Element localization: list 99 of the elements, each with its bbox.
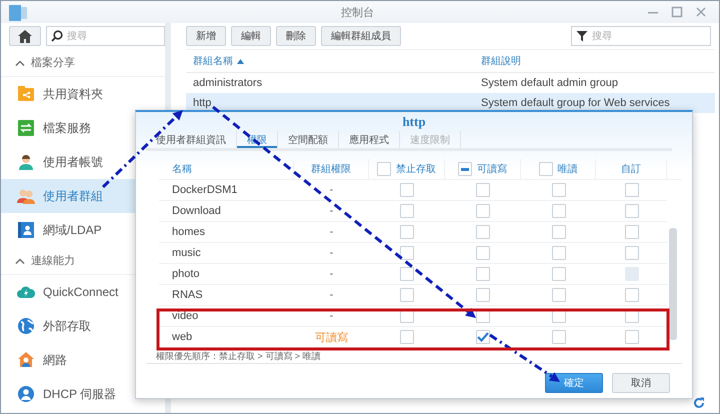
checkbox[interactable]: [400, 246, 414, 260]
checkbox[interactable]: [624, 330, 638, 344]
table-cell: video: [172, 310, 198, 322]
table-cell: System default group for Web services: [481, 97, 670, 109]
window-title: 控制台: [341, 6, 374, 20]
tab[interactable]: 使用者群組資訊: [146, 131, 237, 148]
column-header[interactable]: 群組權限: [311, 162, 351, 176]
table-cell: music: [172, 247, 201, 259]
annotation-arrow: [489, 334, 560, 382]
toolbar-button[interactable]: 編輯群組成員: [321, 26, 401, 46]
user-icon: [17, 153, 35, 171]
collapse-icon[interactable]: [15, 60, 25, 66]
sort-arrow-icon: [237, 58, 244, 64]
checkbox[interactable]: [624, 204, 638, 218]
checkbox[interactable]: [400, 183, 414, 197]
checkbox[interactable]: [552, 204, 566, 218]
maximize-icon[interactable]: [671, 6, 683, 18]
checkbox[interactable]: [624, 225, 638, 239]
tab[interactable]: 應用程式: [339, 131, 400, 148]
user-circle-icon: [17, 385, 35, 403]
table-cell: Download: [172, 205, 221, 217]
checkbox[interactable]: [538, 162, 552, 176]
scrollbar-thumb[interactable]: [669, 228, 677, 340]
column-header[interactable]: 禁止存取: [396, 162, 436, 176]
sidebar-item[interactable]: 網域/LDAP: [1, 213, 165, 247]
checkbox[interactable]: [624, 246, 638, 260]
table-cell: RNAS: [172, 289, 203, 301]
table-cell: System default admin group: [481, 77, 618, 89]
checkbox[interactable]: [476, 183, 490, 197]
sidebar-item[interactable]: 使用者帳號: [1, 145, 165, 179]
sidebar-item[interactable]: 共用資料夾: [1, 77, 165, 111]
filter-field[interactable]: 搜尋: [571, 26, 711, 46]
section-header[interactable]: 連線能力: [31, 253, 75, 268]
checkbox[interactable]: [377, 162, 391, 176]
column-header[interactable]: 名稱: [172, 162, 192, 176]
checkbox[interactable]: [458, 162, 472, 176]
checkbox[interactable]: [552, 225, 566, 239]
table-cell: -: [330, 184, 334, 196]
house-icon: [17, 351, 35, 369]
table-cell: administrators: [193, 77, 262, 89]
sidebar-item[interactable]: DHCP 伺服器: [1, 377, 165, 411]
sidebar-item[interactable]: 外部存取: [1, 309, 165, 343]
checkbox[interactable]: [476, 330, 490, 344]
checkbox[interactable]: [476, 246, 490, 260]
globe-icon: [17, 317, 35, 335]
column-header[interactable]: 自訂: [621, 162, 641, 176]
checkbox[interactable]: [400, 204, 414, 218]
home-button[interactable]: [9, 26, 41, 46]
checkbox[interactable]: [400, 225, 414, 239]
checkbox[interactable]: [552, 183, 566, 197]
checkbox[interactable]: [552, 288, 566, 302]
refresh-icon[interactable]: [693, 397, 705, 409]
checkbox[interactable]: [476, 288, 490, 302]
table-cell: -: [330, 226, 334, 238]
table-cell: -: [330, 268, 334, 280]
checkbox[interactable]: [476, 225, 490, 239]
column-header[interactable]: 群組名稱: [193, 54, 244, 68]
close-icon[interactable]: [695, 6, 707, 18]
app-logo-icon: [9, 5, 27, 21]
folder-icon: [17, 85, 35, 103]
users-icon: [17, 187, 35, 205]
column-header[interactable]: 唯讀: [558, 162, 578, 176]
checkbox[interactable]: [552, 267, 566, 281]
checkbox[interactable]: [400, 288, 414, 302]
toolbar-button[interactable]: 新增: [186, 26, 226, 46]
table-cell: web: [172, 331, 192, 343]
checkbox[interactable]: [476, 204, 490, 218]
note-text: 權限優先順序：禁止存取 > 可讀寫 > 唯讀: [156, 350, 322, 363]
dialog-title: http: [402, 114, 426, 130]
arrows-icon: [17, 119, 35, 137]
table-cell: -: [330, 310, 334, 322]
toolbar-button[interactable]: 刪除: [276, 26, 316, 46]
checkbox[interactable]: [624, 183, 638, 197]
section-header[interactable]: 檔案分享: [31, 55, 75, 70]
table-cell: homes: [172, 226, 206, 238]
home-icon: [18, 30, 32, 42]
checkbox[interactable]: [552, 246, 566, 260]
column-header[interactable]: 群組說明: [481, 54, 521, 68]
table-row[interactable]: administrators System default admin group: [186, 73, 715, 93]
tab[interactable]: 空間配額: [278, 131, 339, 148]
collapse-icon[interactable]: [15, 258, 25, 264]
checkbox[interactable]: [552, 330, 566, 344]
checkbox[interactable]: [624, 288, 638, 302]
toolbar-button[interactable]: 編輯: [231, 26, 271, 46]
checkbox[interactable]: [400, 267, 414, 281]
checkbox[interactable]: [476, 267, 490, 281]
table-cell-text: 可讀寫: [315, 330, 348, 344]
table-cell: http: [193, 97, 212, 109]
table-cell: -: [330, 247, 334, 259]
search-field[interactable]: 搜尋: [46, 26, 165, 46]
checkbox[interactable]: [400, 330, 414, 344]
cancel-button[interactable]: 取消: [612, 373, 670, 393]
table-cell: -: [330, 289, 334, 301]
column-header[interactable]: 可讀寫: [477, 162, 507, 176]
sidebar-item[interactable]: QuickConnect: [1, 275, 165, 309]
id-card-icon: [17, 221, 35, 239]
table-cell: photo: [172, 268, 200, 280]
table-cell: DockerDSM1: [172, 184, 238, 196]
table-cell: -: [330, 205, 334, 217]
